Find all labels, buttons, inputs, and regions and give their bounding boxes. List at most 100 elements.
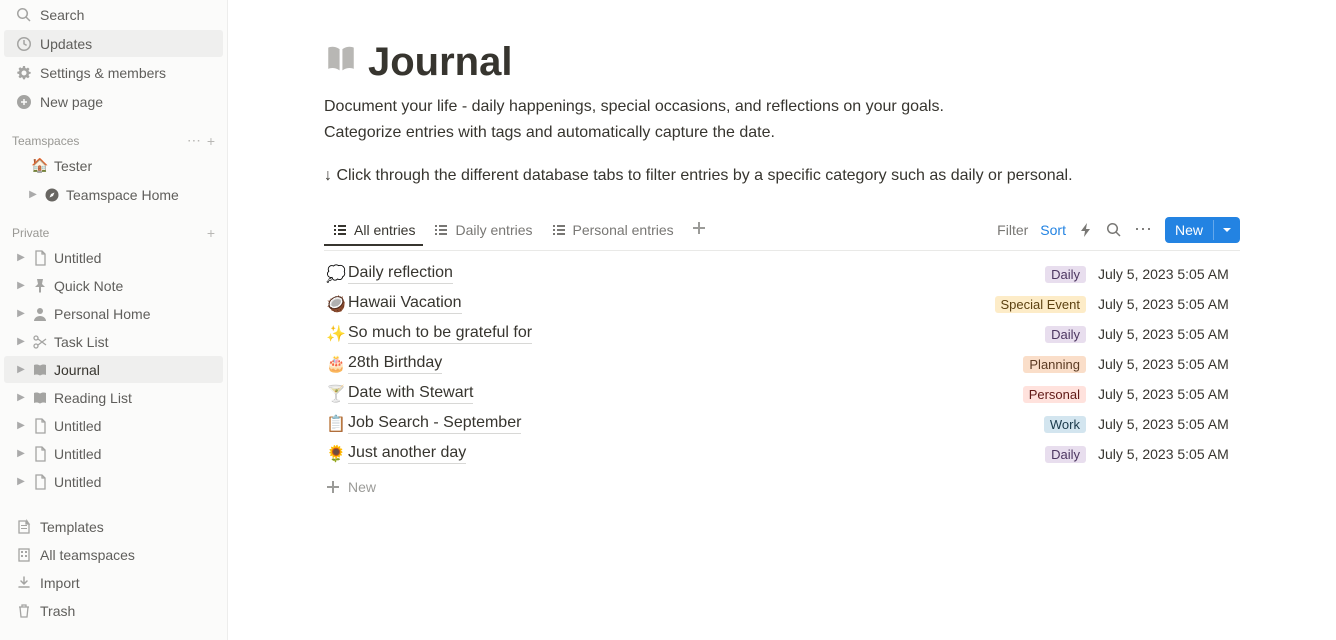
entry-row[interactable]: 🍸Date with StewartPersonalJuly 5, 2023 5… [324, 379, 1240, 409]
new-button-label: New [1165, 217, 1213, 243]
new-row-button[interactable]: New [324, 473, 1240, 501]
page-hint[interactable]: ↓ Click through the different database t… [324, 167, 1240, 185]
chevron-down-icon[interactable] [1213, 220, 1240, 240]
entry-emoji-icon: 📋 [326, 414, 348, 434]
entry-title[interactable]: Just another day [348, 444, 466, 464]
book-icon [324, 42, 358, 84]
plus-circle-icon [14, 94, 34, 110]
entry-title[interactable]: So much to be grateful for [348, 324, 532, 344]
entry-date: July 5, 2023 5:05 AM [1098, 296, 1238, 312]
tab-label: Personal entries [573, 222, 674, 238]
sidebar-item-reading-list[interactable]: ▶ Reading List [4, 384, 223, 411]
caret-icon[interactable]: ▶ [12, 392, 30, 403]
caret-icon[interactable]: ▶ [12, 448, 30, 459]
page-desc-line: Document your life - daily happenings, s… [324, 95, 1240, 119]
sidebar-allteamspaces[interactable]: All teamspaces [4, 541, 223, 568]
teamspaces-add-icon[interactable]: + [207, 133, 215, 149]
page-desc-line: Categorize entries with tags and automat… [324, 121, 1240, 145]
sidebar-settings[interactable]: Settings & members [4, 59, 223, 86]
sidebar-newpage[interactable]: New page [4, 88, 223, 115]
sidebar-settings-label: Settings & members [40, 65, 166, 81]
sidebar-templates[interactable]: Templates [4, 513, 223, 540]
entry-row[interactable]: 🎂28th BirthdayPlanningJuly 5, 2023 5:05 … [324, 349, 1240, 379]
tab-personal-entries[interactable]: Personal entries [543, 216, 682, 246]
sidebar-allteamspaces-label: All teamspaces [40, 547, 135, 563]
search-icon[interactable] [1106, 222, 1122, 238]
sidebar-import[interactable]: Import [4, 569, 223, 596]
caret-icon[interactable]: ▶ [12, 280, 30, 291]
sidebar-search[interactable]: Search [4, 1, 223, 28]
entry-row[interactable]: 📋Job Search - SeptemberWorkJuly 5, 2023 … [324, 409, 1240, 439]
page-description[interactable]: Document your life - daily happenings, s… [324, 95, 1240, 145]
entry-row[interactable]: 🌻Just another dayDailyJuly 5, 2023 5:05 … [324, 439, 1240, 469]
sidebar-item-personal-home[interactable]: ▶ Personal Home [4, 300, 223, 327]
sidebar-item-untitled[interactable]: ▶ Untitled [4, 412, 223, 439]
page-title[interactable]: Journal [368, 40, 512, 85]
sidebar-item-untitled[interactable]: ▶ Untitled [4, 244, 223, 271]
private-add-icon[interactable]: + [207, 225, 215, 241]
entry-title[interactable]: 28th Birthday [348, 354, 442, 374]
caret-icon[interactable]: ▶ [12, 476, 30, 487]
bolt-icon[interactable] [1078, 222, 1094, 238]
teamspaces-header: Teamspaces ⋯ + [0, 130, 227, 151]
sidebar-item-label: Task List [54, 334, 108, 350]
tab-all-entries[interactable]: All entries [324, 216, 423, 246]
entry-title[interactable]: Daily reflection [348, 264, 453, 284]
entry-title[interactable]: Date with Stewart [348, 384, 473, 404]
entry-date: July 5, 2023 5:05 AM [1098, 416, 1238, 432]
caret-icon[interactable]: ▶ [12, 364, 30, 375]
sidebar-item-teamspace-home[interactable]: ▶ Teamspace Home [4, 181, 223, 208]
new-button[interactable]: New [1165, 217, 1240, 243]
teamspaces-more-icon[interactable]: ⋯ [187, 132, 201, 149]
download-icon [14, 575, 34, 591]
sidebar-item-label: Reading List [54, 390, 132, 406]
caret-icon[interactable]: ▶ [12, 420, 30, 431]
caret-icon[interactable]: ▶ [12, 252, 30, 263]
entry-tag: Daily [1045, 326, 1086, 343]
entry-tag: Daily [1045, 266, 1086, 283]
sidebar-trash[interactable]: Trash [4, 597, 223, 624]
sidebar: Search Updates Settings & members New pa… [0, 0, 228, 640]
entry-emoji-icon: 🍸 [326, 384, 348, 404]
sidebar-item-label: Teamspace Home [66, 187, 179, 203]
caret-icon[interactable]: ▶ [12, 336, 30, 347]
sidebar-item-untitled[interactable]: ▶Untitled [4, 440, 223, 467]
entry-emoji-icon: 🌻 [326, 444, 348, 464]
sidebar-item-label: Untitled [54, 418, 101, 434]
tab-label: Daily entries [455, 222, 532, 238]
caret-icon[interactable]: ▶ [12, 308, 30, 319]
more-icon[interactable]: ⋯ [1134, 219, 1153, 240]
entry-tag: Daily [1045, 446, 1086, 463]
doc-icon [30, 418, 50, 434]
templates-icon [14, 519, 34, 535]
entry-title[interactable]: Hawaii Vacation [348, 294, 462, 314]
entry-date: July 5, 2023 5:05 AM [1098, 326, 1238, 342]
sidebar-item-label: Personal Home [54, 306, 151, 322]
sidebar-item-tester[interactable]: 🏠 Tester [4, 152, 223, 179]
sidebar-item-label: Untitled [54, 250, 101, 266]
sidebar-updates[interactable]: Updates [4, 30, 223, 57]
building-icon [14, 547, 34, 563]
entry-row[interactable]: 💭Daily reflection Daily July 5, 2023 5:05 … [324, 259, 1240, 289]
sidebar-item-quick-note[interactable]: ▶Quick Note [4, 272, 223, 299]
entry-title[interactable]: Job Search - September [348, 414, 521, 434]
sort-button[interactable]: Sort [1040, 222, 1066, 238]
person-icon [30, 306, 50, 322]
caret-icon[interactable]: ▶ [24, 189, 42, 200]
doc-icon [30, 474, 50, 490]
database-toolbar: All entries Daily entries Personal entries… [324, 209, 1240, 251]
search-icon [14, 7, 34, 23]
entry-row[interactable]: 🥥Hawaii VacationSpecial EventJuly 5, 202… [324, 289, 1240, 319]
entry-date: July 5, 2023 5:05 AM [1098, 266, 1238, 282]
sidebar-item-untitled[interactable]: ▶Untitled [4, 468, 223, 495]
tab-daily-entries[interactable]: Daily entries [425, 216, 540, 246]
sidebar-item-journal[interactable]: ▶Journal [4, 356, 223, 383]
entry-emoji-icon: 💭 [326, 264, 348, 284]
trash-icon [14, 603, 34, 619]
sidebar-item-task-list[interactable]: ▶ Task List [4, 328, 223, 355]
doc-icon [30, 446, 50, 462]
entry-row[interactable]: ✨So much to be grateful forDailyJuly 5, … [324, 319, 1240, 349]
filter-button[interactable]: Filter [997, 222, 1028, 238]
add-view-button[interactable] [684, 215, 714, 244]
entry-tag: Special Event [995, 296, 1087, 313]
